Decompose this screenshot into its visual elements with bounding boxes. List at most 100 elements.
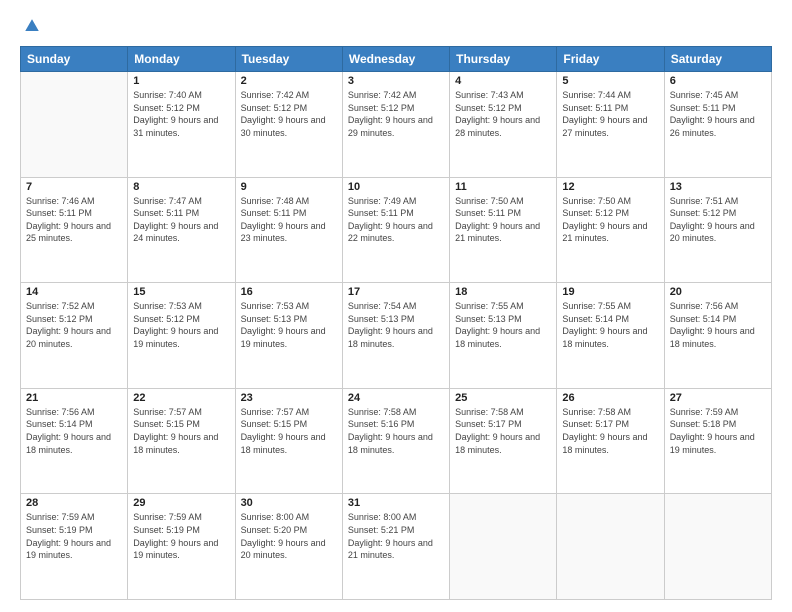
day-info: Sunrise: 7:46 AMSunset: 5:11 PMDaylight:… xyxy=(26,195,122,245)
day-info: Sunrise: 7:54 AMSunset: 5:13 PMDaylight:… xyxy=(348,300,444,350)
day-number: 2 xyxy=(241,75,337,87)
day-of-week-header: Tuesday xyxy=(235,47,342,72)
day-of-week-header: Saturday xyxy=(664,47,771,72)
day-info: Sunrise: 7:57 AMSunset: 5:15 PMDaylight:… xyxy=(133,406,229,456)
day-number: 25 xyxy=(455,392,551,404)
calendar-cell: 23 Sunrise: 7:57 AMSunset: 5:15 PMDayligh… xyxy=(235,388,342,494)
day-of-week-header: Sunday xyxy=(21,47,128,72)
day-number: 31 xyxy=(348,497,444,509)
calendar-week-row: 21 Sunrise: 7:56 AMSunset: 5:14 PMDayligh… xyxy=(21,388,772,494)
calendar-cell xyxy=(557,494,664,600)
day-info: Sunrise: 7:59 AMSunset: 5:19 PMDaylight:… xyxy=(26,511,122,561)
day-number: 9 xyxy=(241,181,337,193)
calendar-cell: 21 Sunrise: 7:56 AMSunset: 5:14 PMDayligh… xyxy=(21,388,128,494)
calendar-cell: 13 Sunrise: 7:51 AMSunset: 5:12 PMDayligh… xyxy=(664,177,771,283)
day-number: 12 xyxy=(562,181,658,193)
day-info: Sunrise: 7:51 AMSunset: 5:12 PMDaylight:… xyxy=(670,195,766,245)
day-info: Sunrise: 7:56 AMSunset: 5:14 PMDaylight:… xyxy=(670,300,766,350)
day-number: 28 xyxy=(26,497,122,509)
day-info: Sunrise: 7:59 AMSunset: 5:18 PMDaylight:… xyxy=(670,406,766,456)
day-info: Sunrise: 7:42 AMSunset: 5:12 PMDaylight:… xyxy=(348,89,444,139)
calendar-table: SundayMondayTuesdayWednesdayThursdayFrid… xyxy=(20,46,772,600)
calendar-week-row: 1Sunrise: 7:40 AMSunset: 5:12 PMDaylight… xyxy=(21,72,772,178)
calendar-cell xyxy=(21,72,128,178)
calendar-cell: 31Sunrise: 8:00 AMSunset: 5:21 PMDayligh… xyxy=(342,494,449,600)
page: SundayMondayTuesdayWednesdayThursdayFrid… xyxy=(0,0,792,612)
day-number: 24 xyxy=(348,392,444,404)
day-info: Sunrise: 7:55 AMSunset: 5:14 PMDaylight:… xyxy=(562,300,658,350)
day-info: Sunrise: 7:45 AMSunset: 5:11 PMDaylight:… xyxy=(670,89,766,139)
day-info: Sunrise: 7:56 AMSunset: 5:14 PMDaylight:… xyxy=(26,406,122,456)
calendar-cell: 22Sunrise: 7:57 AMSunset: 5:15 PMDayligh… xyxy=(128,388,235,494)
calendar-cell: 25 Sunrise: 7:58 AMSunset: 5:17 PMDayligh… xyxy=(450,388,557,494)
day-info: Sunrise: 7:50 AMSunset: 5:12 PMDaylight:… xyxy=(562,195,658,245)
calendar-cell: 10Sunrise: 7:49 AMSunset: 5:11 PMDayligh… xyxy=(342,177,449,283)
day-number: 19 xyxy=(562,286,658,298)
calendar-cell: 9 Sunrise: 7:48 AMSunset: 5:11 PMDaylight… xyxy=(235,177,342,283)
calendar-week-row: 14 Sunrise: 7:52 AMSunset: 5:12 PMDayligh… xyxy=(21,283,772,389)
day-info: Sunrise: 7:50 AMSunset: 5:11 PMDaylight:… xyxy=(455,195,551,245)
calendar-cell: 5 Sunrise: 7:44 AMSunset: 5:11 PMDaylight… xyxy=(557,72,664,178)
calendar-cell: 3 Sunrise: 7:42 AMSunset: 5:12 PMDaylight… xyxy=(342,72,449,178)
calendar-cell: 11Sunrise: 7:50 AMSunset: 5:11 PMDayligh… xyxy=(450,177,557,283)
calendar-cell: 15 Sunrise: 7:53 AMSunset: 5:12 PMDayligh… xyxy=(128,283,235,389)
day-info: Sunrise: 7:59 AMSunset: 5:19 PMDaylight:… xyxy=(133,511,229,561)
day-number: 18 xyxy=(455,286,551,298)
calendar-cell: 4Sunrise: 7:43 AMSunset: 5:12 PMDaylight… xyxy=(450,72,557,178)
day-info: Sunrise: 7:58 AMSunset: 5:17 PMDaylight:… xyxy=(455,406,551,456)
day-info: Sunrise: 7:40 AMSunset: 5:12 PMDaylight:… xyxy=(133,89,229,139)
day-number: 30 xyxy=(241,497,337,509)
day-number: 23 xyxy=(241,392,337,404)
day-number: 6 xyxy=(670,75,766,87)
day-info: Sunrise: 7:57 AMSunset: 5:15 PMDaylight:… xyxy=(241,406,337,456)
calendar-cell: 19 Sunrise: 7:55 AMSunset: 5:14 PMDayligh… xyxy=(557,283,664,389)
day-number: 21 xyxy=(26,392,122,404)
calendar-cell: 30Sunrise: 8:00 AMSunset: 5:20 PMDayligh… xyxy=(235,494,342,600)
day-number: 15 xyxy=(133,286,229,298)
calendar-cell: 7 Sunrise: 7:46 AMSunset: 5:11 PMDaylight… xyxy=(21,177,128,283)
day-info: Sunrise: 7:58 AMSunset: 5:16 PMDaylight:… xyxy=(348,406,444,456)
day-number: 16 xyxy=(241,286,337,298)
day-of-week-header: Monday xyxy=(128,47,235,72)
calendar-cell: 27 Sunrise: 7:59 AMSunset: 5:18 PMDayligh… xyxy=(664,388,771,494)
calendar-cell: 29 Sunrise: 7:59 AMSunset: 5:19 PMDayligh… xyxy=(128,494,235,600)
day-info: Sunrise: 7:42 AMSunset: 5:12 PMDaylight:… xyxy=(241,89,337,139)
day-number: 5 xyxy=(562,75,658,87)
day-number: 13 xyxy=(670,181,766,193)
calendar-cell: 12 Sunrise: 7:50 AMSunset: 5:12 PMDayligh… xyxy=(557,177,664,283)
day-number: 7 xyxy=(26,181,122,193)
day-info: Sunrise: 7:53 AMSunset: 5:13 PMDaylight:… xyxy=(241,300,337,350)
day-info: Sunrise: 7:44 AMSunset: 5:11 PMDaylight:… xyxy=(562,89,658,139)
logo xyxy=(20,18,42,36)
day-info: Sunrise: 7:53 AMSunset: 5:12 PMDaylight:… xyxy=(133,300,229,350)
day-number: 17 xyxy=(348,286,444,298)
day-of-week-header: Thursday xyxy=(450,47,557,72)
calendar-week-row: 28 Sunrise: 7:59 AMSunset: 5:19 PMDayligh… xyxy=(21,494,772,600)
day-number: 8 xyxy=(133,181,229,193)
calendar-week-row: 7 Sunrise: 7:46 AMSunset: 5:11 PMDaylight… xyxy=(21,177,772,283)
calendar-cell: 6 Sunrise: 7:45 AMSunset: 5:11 PMDaylight… xyxy=(664,72,771,178)
day-info: Sunrise: 7:55 AMSunset: 5:13 PMDaylight:… xyxy=(455,300,551,350)
calendar-cell: 26Sunrise: 7:58 AMSunset: 5:17 PMDayligh… xyxy=(557,388,664,494)
day-number: 10 xyxy=(348,181,444,193)
calendar-cell: 2 Sunrise: 7:42 AMSunset: 5:12 PMDaylight… xyxy=(235,72,342,178)
calendar-cell: 16 Sunrise: 7:53 AMSunset: 5:13 PMDayligh… xyxy=(235,283,342,389)
calendar-cell: 28 Sunrise: 7:59 AMSunset: 5:19 PMDayligh… xyxy=(21,494,128,600)
day-number: 3 xyxy=(348,75,444,87)
day-of-week-header: Wednesday xyxy=(342,47,449,72)
calendar-cell: 24 Sunrise: 7:58 AMSunset: 5:16 PMDayligh… xyxy=(342,388,449,494)
day-info: Sunrise: 7:43 AMSunset: 5:12 PMDaylight:… xyxy=(455,89,551,139)
calendar-cell xyxy=(450,494,557,600)
day-number: 26 xyxy=(562,392,658,404)
day-number: 14 xyxy=(26,286,122,298)
calendar-cell: 8 Sunrise: 7:47 AMSunset: 5:11 PMDaylight… xyxy=(128,177,235,283)
day-info: Sunrise: 7:47 AMSunset: 5:11 PMDaylight:… xyxy=(133,195,229,245)
day-info: Sunrise: 7:48 AMSunset: 5:11 PMDaylight:… xyxy=(241,195,337,245)
day-info: Sunrise: 7:52 AMSunset: 5:12 PMDaylight:… xyxy=(26,300,122,350)
day-number: 27 xyxy=(670,392,766,404)
day-number: 29 xyxy=(133,497,229,509)
calendar-cell: 17 Sunrise: 7:54 AMSunset: 5:13 PMDayligh… xyxy=(342,283,449,389)
calendar-cell: 1Sunrise: 7:40 AMSunset: 5:12 PMDaylight… xyxy=(128,72,235,178)
calendar-cell xyxy=(664,494,771,600)
calendar-cell: 18 Sunrise: 7:55 AMSunset: 5:13 PMDayligh… xyxy=(450,283,557,389)
